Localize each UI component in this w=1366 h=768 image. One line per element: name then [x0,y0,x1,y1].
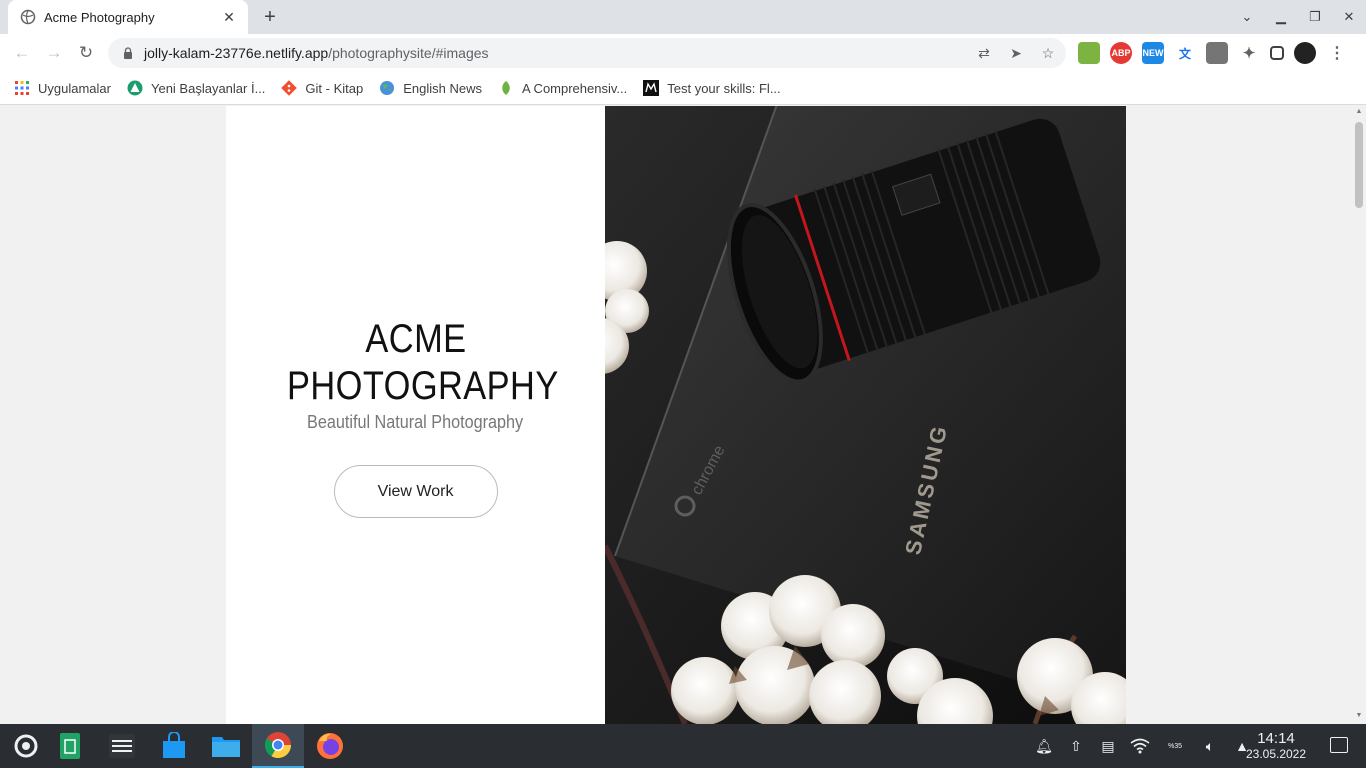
bookmark-label: Yeni Başlayanlar İ... [150,80,266,96]
tab-title: Acme Photography [44,9,155,25]
lock-icon [124,47,132,59]
brand-line-1: ACME [364,317,467,361]
globe-icon [380,81,395,95]
tab-strip: Acme Photography ✕ + ⌄ ▁ ❐ ✕ [0,0,1366,34]
git-icon [281,80,298,96]
battery-icon[interactable]: %35 [1162,736,1188,756]
brand-line-2: PHOTOGRAPHY [286,364,559,408]
forward-icon[interactable]: → [42,41,66,65]
bookmark-apps[interactable]: Uygulamalar [14,80,111,96]
page-viewport: ACME PHOTOGRAPHY Beautiful Natural Photo… [0,106,1352,724]
new-badge-extension-icon[interactable]: NEW [1142,42,1164,64]
close-window-icon[interactable]: ✕ [1332,9,1366,25]
volume-icon[interactable]: 🔈︎ [1200,736,1220,756]
bookmark-label: A Comprehensiv... [521,80,628,96]
globe-icon [20,9,36,25]
minimize-icon[interactable]: ▁ [1264,9,1298,25]
clock-date: 23.05.2022 [1245,747,1307,761]
hero-image: SAMSUNG chrome [605,106,1126,724]
view-work-button[interactable]: View Work [333,465,498,518]
mdn-icon [643,80,660,96]
discover-store-icon[interactable] [148,724,200,768]
updates-icon[interactable]: ⇧ [1066,736,1086,756]
battery-label: %35 [1167,742,1182,750]
bookmark-english-news[interactable]: English News [379,80,482,96]
url-path: /photographysite/#images [328,45,489,61]
hero-section: ACME PHOTOGRAPHY Beautiful Natural Photo… [226,106,1126,724]
address-bar[interactable]: jolly-kalam-23776e.netlify.app/photograp… [108,38,1066,68]
url-text: jolly-kalam-23776e.netlify.app/photograp… [144,45,489,61]
window-controls: ⌄ ▁ ❐ ✕ [1230,0,1366,34]
clock-time: 14:14 [1257,730,1295,747]
camera-laptop-photo: SAMSUNG chrome [605,106,1126,724]
new-tab-button[interactable]: + [258,6,282,28]
translate-icon[interactable]: ⇄ [974,43,994,63]
close-tab-icon[interactable]: ✕ [220,9,238,26]
back-icon[interactable]: ← [10,41,34,65]
page-title: ACME PHOTOGRAPHY [286,316,559,410]
menu-kebab-icon[interactable]: ⋮ [1326,42,1348,64]
scroll-up-icon[interactable]: ▲ [1352,108,1366,120]
send-icon[interactable]: ➤ [1006,43,1026,63]
url-host: jolly-kalam-23776e.netlify.app [144,45,329,61]
bookmark-test-your-skills[interactable]: Test your skills: Fl... [643,80,781,96]
bookmarks-bar: Uygulamalar Yeni Başlayanlar İ... Git - … [0,72,1366,105]
restore-icon[interactable]: ❐ [1298,9,1332,25]
extension-square-icon[interactable] [1206,42,1228,64]
browser-toolbar: ← → ↻ jolly-kalam-23776e.netlify.app/pho… [0,34,1366,72]
file-manager-icon[interactable] [200,724,252,768]
system-tray: 🔔︎ ⇧ ▤ %35 🔈︎ ▲ [1034,724,1252,768]
clock[interactable]: 14:14 23.05.2022 [1238,730,1314,762]
extension-landscape-icon[interactable] [1078,42,1100,64]
hero-text-panel: ACME PHOTOGRAPHY Beautiful Natural Photo… [226,106,605,724]
bookmark-label: Test your skills: Fl... [667,80,781,96]
bookmark-label: English News [403,80,482,96]
side-panel-icon[interactable] [1270,46,1284,60]
notifications-icon[interactable]: 🔔︎ [1034,736,1054,756]
avatar[interactable] [1294,42,1316,64]
tab-search-icon[interactable]: ⌄ [1230,9,1264,25]
leaf-icon [502,81,510,95]
wifi-icon[interactable] [1130,736,1150,756]
extensions-bar: ABP NEW 文 ✦ ⋮ [1078,42,1348,64]
chrome-app-icon[interactable] [252,724,304,768]
clipboard-icon[interactable]: ▤ [1098,736,1118,756]
spreadsheet-app-icon[interactable] [44,724,96,768]
show-desktop-icon[interactable] [1330,737,1348,753]
bookmark-git-kitap[interactable]: Git - Kitap [281,80,363,96]
tagline: Beautiful Natural Photography [307,412,524,432]
bookmark-label: Git - Kitap [305,80,364,96]
scroll-thumb[interactable] [1355,122,1363,208]
google-translate-icon[interactable]: 文 [1174,42,1196,64]
bookmark-yeni-baslayanlar[interactable]: Yeni Başlayanlar İ... [127,80,265,96]
page-scrollbar[interactable]: ▲ ▼ [1352,106,1366,724]
system-settings-icon[interactable] [96,724,148,768]
bookmark-comprehensive[interactable]: A Comprehensiv... [498,80,627,96]
bookmark-star-icon[interactable]: ☆ [1038,43,1058,63]
reload-icon[interactable]: ↻ [74,41,98,65]
firefox-app-icon[interactable] [304,724,356,768]
green-triangle-icon [127,80,143,96]
puzzle-icon[interactable]: ✦ [1238,42,1260,64]
bookmark-label: Uygulamalar [38,80,111,96]
taskbar: 🔔︎ ⇧ ▤ %35 🔈︎ ▲ 14:14 23.05.2022 [0,724,1366,768]
apps-grid-icon [15,81,29,95]
tab-active[interactable]: Acme Photography ✕ [8,0,248,34]
scroll-down-icon[interactable]: ▼ [1352,712,1366,724]
adblock-icon[interactable]: ABP [1110,42,1132,64]
